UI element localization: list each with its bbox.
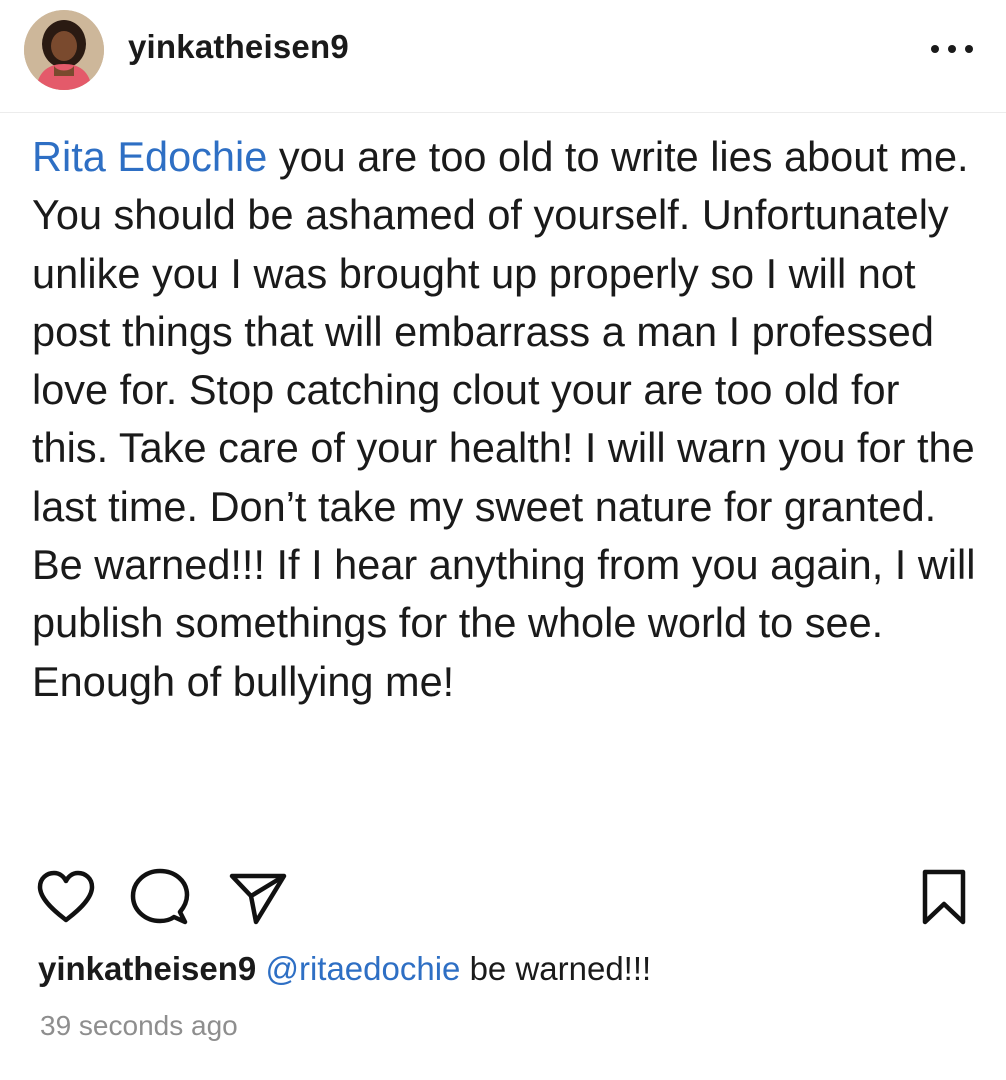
- more-horizontal-icon[interactable]: [930, 44, 974, 54]
- comment-username[interactable]: yinkatheisen9: [38, 950, 256, 987]
- post-action-bar: [0, 860, 1006, 930]
- post-header: yinkatheisen9: [0, 0, 1006, 113]
- share-icon[interactable]: [228, 870, 288, 926]
- comment-text: be warned!!!: [460, 950, 652, 987]
- caption-comment: yinkatheisen9 @ritaedochie be warned!!!: [38, 950, 651, 988]
- comment-icon[interactable]: [130, 868, 190, 926]
- post-caption: Rita Edochie you are too old to write li…: [32, 128, 982, 711]
- profile-photo-icon: [24, 10, 104, 90]
- post-timestamp: 39 seconds ago: [40, 1010, 238, 1041]
- post-author-username[interactable]: yinkatheisen9: [128, 28, 349, 66]
- avatar[interactable]: [24, 10, 104, 90]
- heart-icon[interactable]: [36, 870, 96, 924]
- bookmark-icon[interactable]: [920, 868, 968, 926]
- caption-text: you are too old to write lies about me. …: [32, 133, 976, 705]
- comment-mention-link[interactable]: @ritaedochie: [265, 950, 460, 987]
- caption-mention-link[interactable]: Rita Edochie: [32, 133, 267, 180]
